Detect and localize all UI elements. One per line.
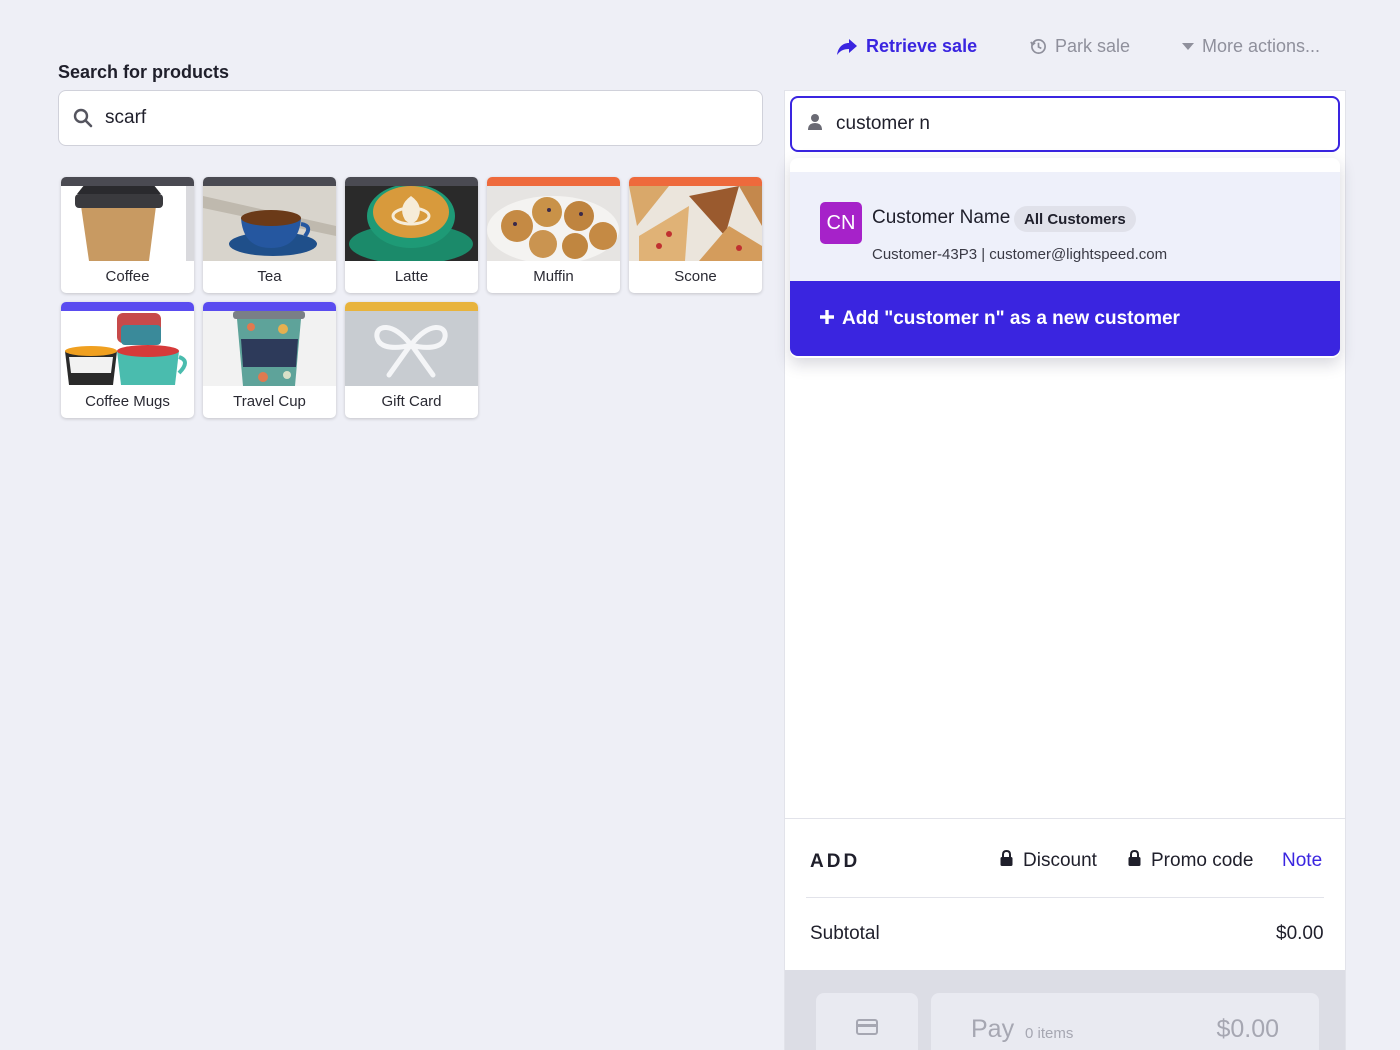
product-tile-latte[interactable]: Latte [345,177,478,293]
product-name: Scone [674,268,717,285]
promo-code-label: Promo code [1151,850,1254,871]
discount-button[interactable]: Discount [1000,849,1097,872]
caret-down-icon [1182,42,1194,51]
footer-divider [785,818,1345,819]
gift-card-image [345,311,478,386]
customer-search-box[interactable] [790,96,1340,152]
category-color-bar [61,177,194,186]
subtotal-divider [806,897,1324,898]
category-color-bar [487,177,620,186]
customer-dropdown: CN Customer Name All Customers Customer-… [790,158,1340,358]
add-new-customer-label: Add "customer n" as a new customer [842,307,1180,329]
retrieve-sale-button[interactable]: Retrieve sale [836,36,977,57]
category-color-bar [629,177,762,186]
more-actions-button[interactable]: More actions... [1182,36,1320,57]
plus-icon [820,308,834,330]
lock-icon [1000,849,1013,872]
coffee-image [61,186,194,261]
lock-icon [1128,849,1141,872]
add-section-label: ADD [810,851,861,872]
avatar: CN [820,202,862,244]
coffee-mugs-image [61,311,194,386]
product-search-input[interactable] [105,107,705,129]
product-tile-gift-card[interactable]: Gift Card [345,302,478,418]
pay-button[interactable]: Pay 0 items $0.00 [931,993,1319,1050]
discount-label: Discount [1023,850,1097,871]
history-icon [1030,38,1047,55]
pay-label: Pay [971,1015,1015,1043]
user-icon [808,113,822,136]
promo-code-button[interactable]: Promo code [1128,849,1254,872]
category-color-bar [345,302,478,311]
latte-image [345,186,478,261]
product-tile-travel-cup[interactable]: Travel Cup [203,302,336,418]
credit-card-icon [856,1019,878,1050]
product-tile-scone[interactable]: Scone [629,177,762,293]
search-icon [73,108,93,128]
product-search-box[interactable] [58,90,763,146]
product-name: Latte [394,268,429,285]
park-sale-label: Park sale [1055,36,1131,56]
product-tile-muffin[interactable]: Muffin [487,177,620,293]
product-name: Coffee Mugs [85,393,170,410]
product-name: Tea [257,268,282,285]
customer-detail: Customer-43P3 | customer@lightspeed.com [872,246,1168,263]
customer-group-badge: All Customers [1014,206,1136,232]
retrieve-sale-label: Retrieve sale [866,36,978,56]
subtotal-label: Subtotal [810,923,880,944]
category-color-bar [203,302,336,311]
search-label: Search for products [58,62,230,82]
pay-item-count: 0 items [1025,1025,1074,1042]
product-name: Gift Card [381,393,442,410]
product-name: Muffin [533,268,574,285]
pay-total: $0.00 [1216,1015,1279,1043]
category-color-bar [203,177,336,186]
product-tile-tea[interactable]: Tea [203,177,336,293]
top-actions: Retrieve sale Park sale More actions... [836,36,1336,62]
muffin-image [487,186,620,261]
product-name: Coffee [105,268,150,285]
share-arrow-icon [836,38,858,56]
scone-image [629,186,762,261]
product-name: Travel Cup [233,393,306,410]
park-sale-button[interactable]: Park sale [1030,36,1130,57]
tea-image [203,186,336,261]
subtotal-value: $0.00 [1276,923,1324,944]
add-new-customer-button[interactable]: Add "customer n" as a new customer [790,281,1340,356]
product-tile-coffee-mugs[interactable]: Coffee Mugs [61,302,194,418]
customer-result-row[interactable]: CN Customer Name All Customers Customer-… [790,172,1340,281]
note-button[interactable]: Note [1282,850,1322,872]
card-payment-button[interactable] [816,993,918,1050]
more-actions-label: More actions... [1202,36,1321,56]
category-color-bar [345,177,478,186]
customer-search-input[interactable] [836,113,1306,135]
travel-cup-image [203,311,336,386]
product-tile-coffee[interactable]: Coffee [61,177,194,293]
customer-name: Customer Name [872,207,1011,228]
category-color-bar [61,302,194,311]
